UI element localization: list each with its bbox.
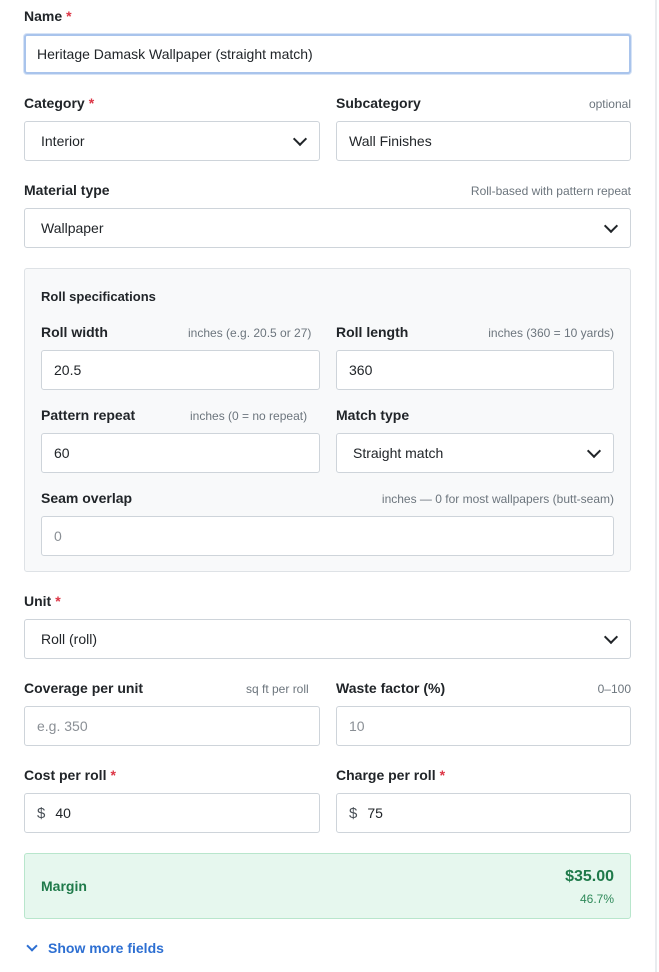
material-type-hint: Roll-based with pattern repeat xyxy=(470,184,631,198)
required-mark: * xyxy=(88,95,95,111)
waste-factor-input[interactable]: 10 xyxy=(336,706,631,746)
required-mark: * xyxy=(110,767,116,783)
match-type-select[interactable]: Straight match xyxy=(336,433,614,473)
coverage-label: Coverage per unit xyxy=(24,680,144,696)
seam-overlap-hint: inches — 0 for most wallpapers (butt-sea… xyxy=(381,492,614,506)
roll-specifications-title: Roll specifications xyxy=(41,289,156,304)
seam-overlap-label: Seam overlap xyxy=(41,490,133,506)
dollar-icon: $ xyxy=(37,804,46,822)
material-type-label: Material type xyxy=(24,182,110,198)
show-more-fields-button[interactable]: Show more fields xyxy=(26,940,164,956)
chevron-down-icon xyxy=(26,940,38,952)
roll-specifications-panel: Roll specifications Roll width inches (e… xyxy=(24,268,631,572)
required-mark: * xyxy=(55,593,61,609)
roll-length-input[interactable]: 360 xyxy=(336,350,614,390)
match-type-label: Match type xyxy=(336,407,410,423)
material-type-value: Wallpaper xyxy=(41,220,104,236)
charge-value: 75 xyxy=(367,805,383,821)
pattern-repeat-hint: inches (0 = no repeat) xyxy=(190,409,308,423)
charge-label: Charge per roll * xyxy=(336,767,446,783)
name-value: Heritage Damask Wallpaper (straight matc… xyxy=(37,46,313,62)
unit-value: Roll (roll) xyxy=(41,631,97,647)
roll-width-value: 20.5 xyxy=(54,362,82,378)
chevron-down-icon xyxy=(586,443,602,458)
margin-percent: 46.7% xyxy=(579,892,614,906)
seam-overlap-input[interactable]: 0 xyxy=(41,516,614,556)
pattern-repeat-value: 60 xyxy=(54,445,70,461)
name-label: Name * xyxy=(24,8,72,24)
material-type-select[interactable]: Wallpaper xyxy=(24,208,631,248)
roll-length-value: 360 xyxy=(349,362,373,378)
roll-width-input[interactable]: 20.5 xyxy=(41,350,320,390)
name-input[interactable]: Heritage Damask Wallpaper (straight matc… xyxy=(24,34,631,74)
subcategory-label: Subcategory xyxy=(336,95,421,111)
coverage-input[interactable]: e.g. 350 xyxy=(24,706,320,746)
unit-label: Unit * xyxy=(24,593,61,609)
margin-summary: Margin $35.00 46.7% xyxy=(24,853,631,919)
margin-amount: $35.00 xyxy=(565,868,614,885)
subcategory-hint: optional xyxy=(588,97,631,111)
match-type-value: Straight match xyxy=(353,445,444,461)
cost-input[interactable]: $40 xyxy=(24,793,320,833)
waste-factor-hint: 0–100 xyxy=(597,682,631,696)
subcategory-value: Wall Finishes xyxy=(349,133,432,149)
roll-length-label: Roll length xyxy=(336,324,409,340)
dollar-icon: $ xyxy=(349,804,358,822)
chevron-down-icon xyxy=(603,218,619,233)
category-select[interactable]: Interior xyxy=(24,121,320,161)
cost-value: 40 xyxy=(55,805,71,821)
waste-factor-placeholder: 10 xyxy=(349,718,365,734)
seam-overlap-placeholder: 0 xyxy=(54,528,62,544)
subcategory-input[interactable]: Wall Finishes xyxy=(336,121,631,161)
charge-input[interactable]: $75 xyxy=(336,793,631,833)
chevron-down-icon xyxy=(292,131,308,146)
margin-label: Margin xyxy=(41,878,87,894)
chevron-down-icon xyxy=(603,629,619,644)
cost-label: Cost per roll * xyxy=(24,767,116,783)
pattern-repeat-label: Pattern repeat xyxy=(41,407,136,423)
roll-width-label: Roll width xyxy=(41,324,108,340)
coverage-hint: sq ft per roll xyxy=(246,682,309,696)
show-more-label: Show more fields xyxy=(48,940,164,956)
pattern-repeat-input[interactable]: 60 xyxy=(41,433,320,473)
category-label: Category * xyxy=(24,95,95,111)
required-mark: * xyxy=(439,767,446,783)
waste-factor-label: Waste factor (%) xyxy=(336,680,446,696)
coverage-placeholder: e.g. 350 xyxy=(37,718,88,734)
category-value: Interior xyxy=(41,133,85,149)
scrollbar-edge xyxy=(655,0,657,972)
roll-width-hint: inches (e.g. 20.5 or 27) xyxy=(188,326,312,340)
unit-select[interactable]: Roll (roll) xyxy=(24,619,631,659)
roll-length-hint: inches (360 = 10 yards) xyxy=(488,326,614,340)
required-mark: * xyxy=(66,8,72,24)
